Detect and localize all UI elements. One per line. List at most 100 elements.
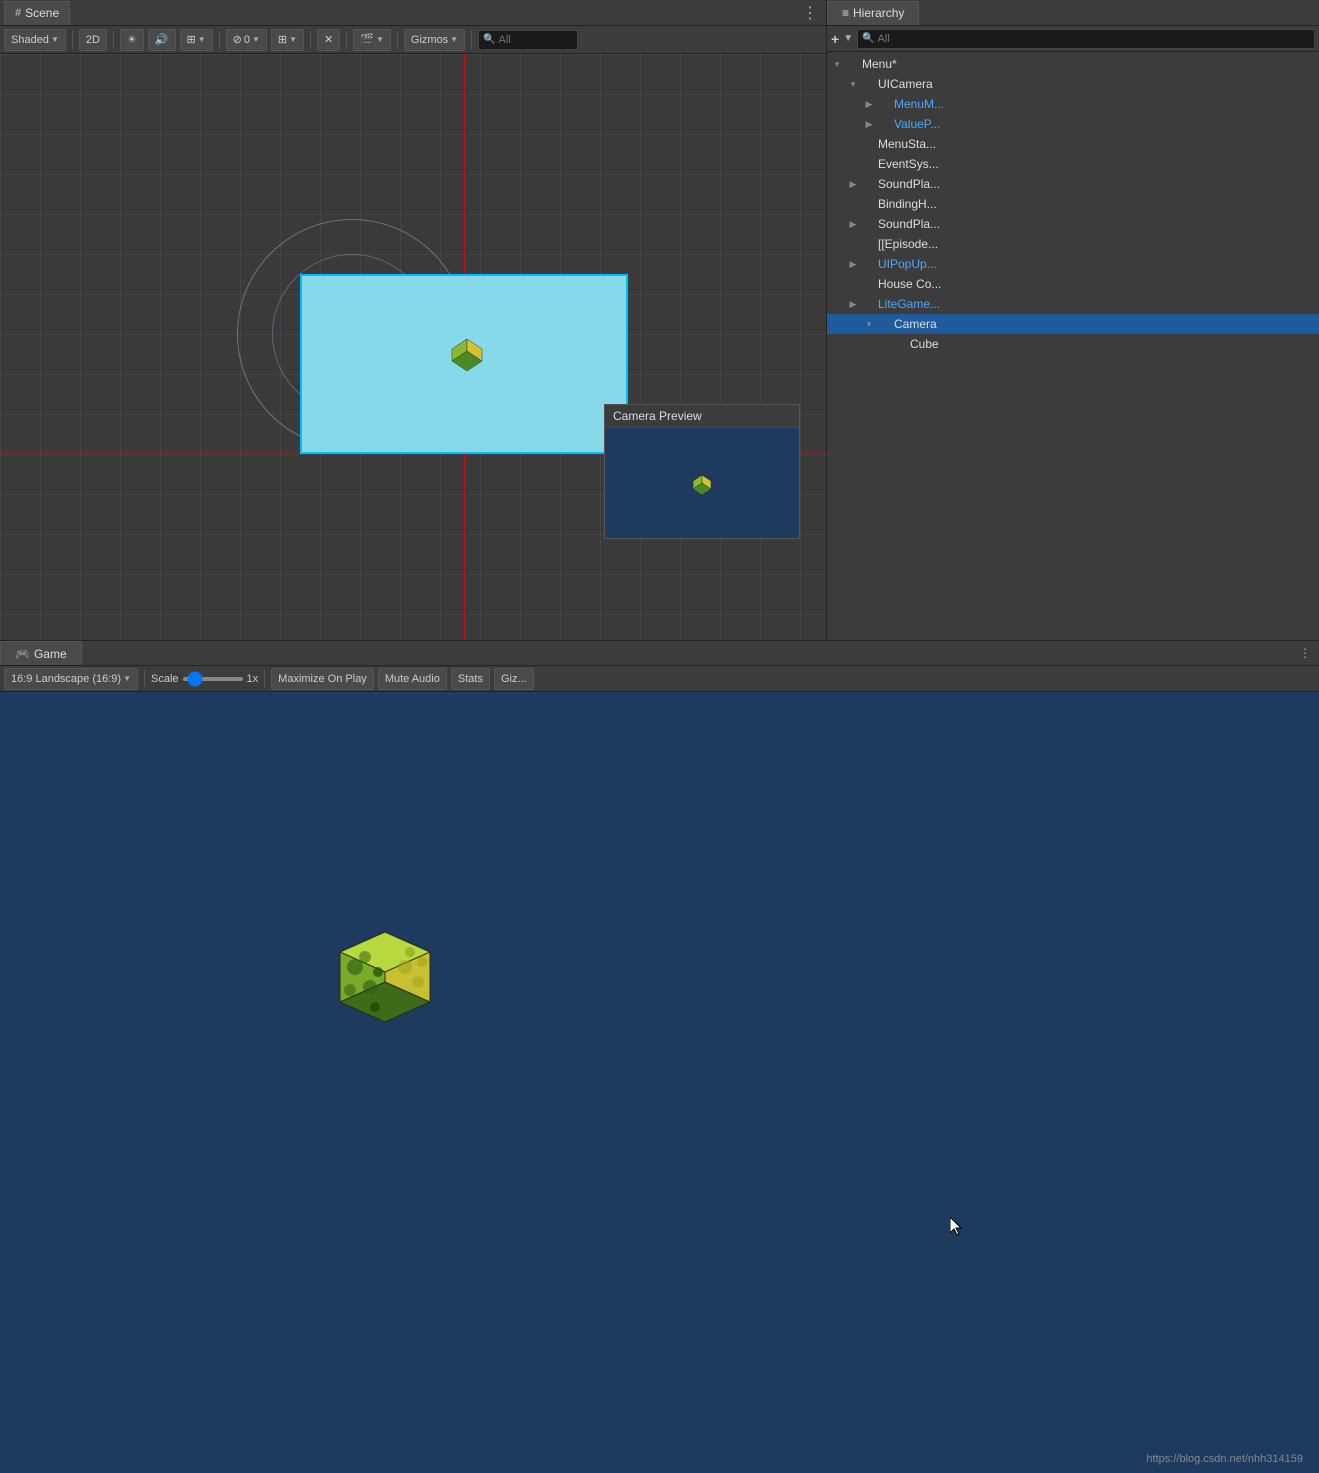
effects-arrow: ▼: [198, 35, 206, 44]
tree-icon-menustage: [859, 136, 875, 152]
tree-item-uicamera[interactable]: ▾ UICamera: [827, 74, 1319, 94]
tree-icon-uicamera: [859, 76, 875, 92]
game-cube-svg: [310, 892, 460, 1052]
game-viewport[interactable]: https://blog.csdn.net/nhh314159: [0, 692, 1319, 1473]
effects-btn[interactable]: ⊞ ▼: [180, 29, 213, 51]
tools-icon: ✕: [324, 33, 333, 46]
tree-label-cube: Cube: [910, 337, 939, 351]
2d-toggle[interactable]: 2D: [79, 29, 107, 51]
tree-arrow-soundpla1: ▶: [847, 179, 859, 190]
hierarchy-search-icon: 🔍: [862, 33, 874, 44]
grid-btn[interactable]: ⊞ ▼: [271, 29, 304, 51]
sun-icon: ☀: [127, 33, 137, 46]
tree-icon-bindingh: [859, 196, 875, 212]
tree-item-menumain[interactable]: ▶ MenuM...: [827, 94, 1319, 114]
sep8: [144, 670, 145, 688]
tree-icon-valuep: [875, 116, 891, 132]
game-tab-label: Game: [34, 647, 67, 661]
camera-preview-popup: Camera Preview: [604, 404, 800, 539]
tree-icon-soundpla2: [859, 216, 875, 232]
hierarchy-search-box[interactable]: 🔍: [857, 29, 1315, 49]
tree-arrow-uipopup: ▶: [847, 259, 859, 270]
tree-icon-episode: [859, 236, 875, 252]
tree-label-uicamera: UICamera: [878, 77, 933, 91]
scene-tab[interactable]: # Scene: [4, 1, 70, 25]
tree-icon-eventsys: [859, 156, 875, 172]
tree-item-eventsys[interactable]: EventSys...: [827, 154, 1319, 174]
tree-label-eventsys: EventSys...: [878, 157, 939, 171]
tree-item-menustage[interactable]: MenuSta...: [827, 134, 1319, 154]
scene-toolbar: Shaded ▼ 2D ☀ 🔊 ⊞ ▼ ⊘ 0 ▼: [0, 26, 826, 54]
tree-icon-uipopup: [859, 256, 875, 272]
tree-label-houseco: House Co...: [878, 277, 941, 291]
tree-label-bindingh: BindingH...: [878, 197, 937, 211]
hierarchy-panel: ≡ Hierarchy + ▼ 🔍 ▾ Menu*▾ UICamera▶ M: [827, 0, 1319, 640]
mute-btn[interactable]: Mute Audio: [378, 668, 447, 690]
tree-arrow-valuep: ▶: [863, 119, 875, 130]
game-toolbar: 16:9 Landscape (16:9) ▼ Scale 1x Maximiz…: [0, 666, 1319, 692]
hierarchy-search-input[interactable]: [878, 33, 1310, 45]
tree-label-menumain: MenuM...: [894, 97, 944, 111]
scene-mini-cube: [442, 331, 492, 376]
hierarchy-tab-label: Hierarchy: [853, 6, 904, 20]
gizmos-arrow: ▼: [450, 35, 458, 44]
resolution-arrow: ▼: [123, 674, 131, 683]
tree-item-bindingh[interactable]: BindingH...: [827, 194, 1319, 214]
tree-label-menu: Menu*: [862, 57, 897, 71]
footer-url: https://blog.csdn.net/nhh314159: [1146, 1453, 1303, 1465]
visibility-btn[interactable]: ⊘ 0 ▼: [226, 29, 267, 51]
hierarchy-tab-bar: ≡ Hierarchy: [827, 0, 1319, 26]
grid-arrow: ▼: [289, 35, 297, 44]
scene-search-input[interactable]: [499, 34, 574, 46]
audio-btn[interactable]: 🔊: [148, 29, 176, 51]
tree-item-episode[interactable]: [[Episode...: [827, 234, 1319, 254]
camera-btn[interactable]: 🎬 ▼: [353, 29, 391, 51]
tree-item-litegame[interactable]: ▶ LiteGame...: [827, 294, 1319, 314]
sep7: [471, 31, 472, 49]
tree-arrow-menu: ▾: [831, 59, 843, 70]
tree-item-houseco[interactable]: House Co...: [827, 274, 1319, 294]
shaded-dropdown[interactable]: Shaded ▼: [4, 29, 66, 51]
game-cube: [310, 892, 460, 1052]
tree-item-camera[interactable]: ▾ Camera: [827, 314, 1319, 334]
effects-icon: ⊞: [187, 33, 196, 46]
vis-arrow: ▼: [252, 35, 260, 44]
camera-mini-cube-icon: [688, 471, 716, 496]
tree-icon-houseco: [859, 276, 875, 292]
tree-item-menu[interactable]: ▾ Menu*: [827, 54, 1319, 74]
tree-item-uipopup[interactable]: ▶ UIPopUp...: [827, 254, 1319, 274]
tree-arrow-menumain: ▶: [863, 99, 875, 110]
game-tab[interactable]: 🎮 Game: [0, 641, 82, 665]
sep4: [310, 31, 311, 49]
scene-options-icon[interactable]: ⋮: [798, 3, 822, 23]
tree-item-valuep[interactable]: ▶ ValueP...: [827, 114, 1319, 134]
add-dropdown-arrow[interactable]: ▼: [843, 33, 853, 44]
tree-item-soundpla2[interactable]: ▶ SoundPla...: [827, 214, 1319, 234]
lighting-btn[interactable]: ☀: [120, 29, 144, 51]
resolution-dropdown[interactable]: 16:9 Landscape (16:9) ▼: [4, 668, 138, 690]
sep5: [346, 31, 347, 49]
sep1: [72, 31, 73, 49]
maximize-btn[interactable]: Maximize On Play: [271, 668, 374, 690]
stats-btn[interactable]: Stats: [451, 668, 490, 690]
game-tab-icon: 🎮: [15, 647, 30, 661]
hierarchy-tab-icon: ≡: [842, 6, 849, 20]
tree-arrow-uicamera: ▾: [847, 79, 859, 90]
scene-viewport[interactable]: Camera Preview: [0, 54, 826, 640]
game-options-icon[interactable]: ⋮: [1299, 646, 1319, 660]
scene-tab-icon: #: [15, 7, 21, 19]
scene-search-box[interactable]: 🔍: [478, 30, 578, 50]
hierarchy-tab[interactable]: ≡ Hierarchy: [827, 1, 919, 25]
game-panel: 🎮 Game ⋮ 16:9 Landscape (16:9) ▼ Scale 1…: [0, 640, 1319, 1473]
scale-slider[interactable]: [183, 677, 243, 681]
tree-label-litegame: LiteGame...: [878, 297, 940, 311]
tree-item-soundpla1[interactable]: ▶ SoundPla...: [827, 174, 1319, 194]
tree-item-cube[interactable]: Cube: [827, 334, 1319, 354]
gizmos-btn[interactable]: Gizmos ▼: [404, 29, 465, 51]
search-icon: 🔍: [483, 34, 495, 45]
gizmos-game-btn[interactable]: Giz...: [494, 668, 534, 690]
cam-arrow: ▼: [376, 35, 384, 44]
tools-btn[interactable]: ✕: [317, 29, 340, 51]
hierarchy-add-button[interactable]: +: [831, 31, 839, 47]
tree-label-menustage: MenuSta...: [878, 137, 936, 151]
